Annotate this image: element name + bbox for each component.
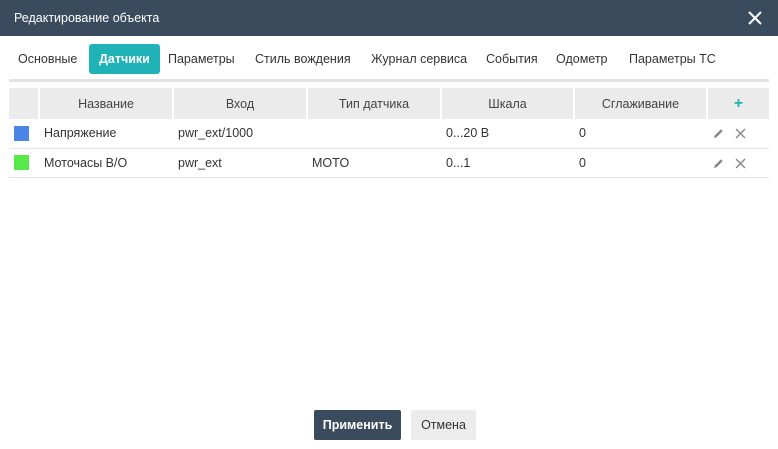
dialog-title: Редактирование объекта bbox=[14, 11, 160, 25]
header-smoothing: Сглаживание bbox=[574, 88, 708, 119]
tab-sensors[interactable]: Датчики bbox=[89, 44, 160, 74]
sensor-color-swatch bbox=[14, 125, 29, 141]
table-row[interactable]: Моточасы В/О pwr_ext MOTO 0...1 0 bbox=[9, 148, 769, 178]
tabs-divider bbox=[9, 79, 769, 82]
tab-vehicle-parameters[interactable]: Параметры ТС bbox=[629, 44, 716, 74]
sensor-input: pwr_ext/1000 bbox=[173, 119, 307, 149]
sensors-table: Название Вход Тип датчика Шкала Сглажива… bbox=[9, 88, 769, 178]
apply-button[interactable]: Применить bbox=[314, 410, 401, 440]
sensor-smoothing: 0 bbox=[574, 119, 707, 149]
sensor-input: pwr_ext bbox=[173, 148, 307, 178]
sensor-scale: 0...20 В bbox=[441, 119, 574, 149]
sensor-type bbox=[307, 119, 441, 149]
tab-main[interactable]: Основные bbox=[18, 44, 77, 74]
header-name: Название bbox=[39, 88, 174, 119]
delete-icon[interactable] bbox=[734, 127, 747, 140]
sensor-name: Моточасы В/О bbox=[39, 148, 173, 178]
header-color bbox=[9, 88, 40, 119]
tab-bar: Основные Датчики Параметры Стиль вождени… bbox=[9, 44, 769, 76]
tab-parameters[interactable]: Параметры bbox=[168, 44, 235, 74]
header-sensor-type: Тип датчика bbox=[307, 88, 442, 119]
table-header: Название Вход Тип датчика Шкала Сглажива… bbox=[9, 88, 769, 119]
tab-driving-style[interactable]: Стиль вождения bbox=[255, 44, 351, 74]
sensor-scale: 0...1 bbox=[441, 148, 574, 178]
table-row[interactable]: Напряжение pwr_ext/1000 0...20 В 0 bbox=[9, 119, 769, 149]
add-sensor-button[interactable]: + bbox=[707, 88, 769, 119]
tab-odometer[interactable]: Одометр bbox=[556, 44, 608, 74]
delete-icon[interactable] bbox=[734, 157, 747, 170]
header-input: Вход bbox=[173, 88, 308, 119]
dialog-titlebar: Редактирование объекта bbox=[0, 0, 778, 36]
sensor-color-swatch bbox=[14, 155, 29, 171]
edit-icon[interactable] bbox=[712, 127, 725, 140]
sensor-type: MOTO bbox=[307, 148, 441, 178]
tab-events[interactable]: События bbox=[486, 44, 538, 74]
plus-icon[interactable]: + bbox=[734, 95, 743, 112]
cancel-button[interactable]: Отмена bbox=[411, 410, 476, 440]
close-icon[interactable] bbox=[746, 9, 764, 27]
tab-service-log[interactable]: Журнал сервиса bbox=[371, 44, 467, 74]
edit-icon[interactable] bbox=[712, 157, 725, 170]
sensor-name: Напряжение bbox=[39, 119, 173, 149]
sensor-smoothing: 0 bbox=[574, 148, 707, 178]
header-scale: Шкала bbox=[441, 88, 575, 119]
